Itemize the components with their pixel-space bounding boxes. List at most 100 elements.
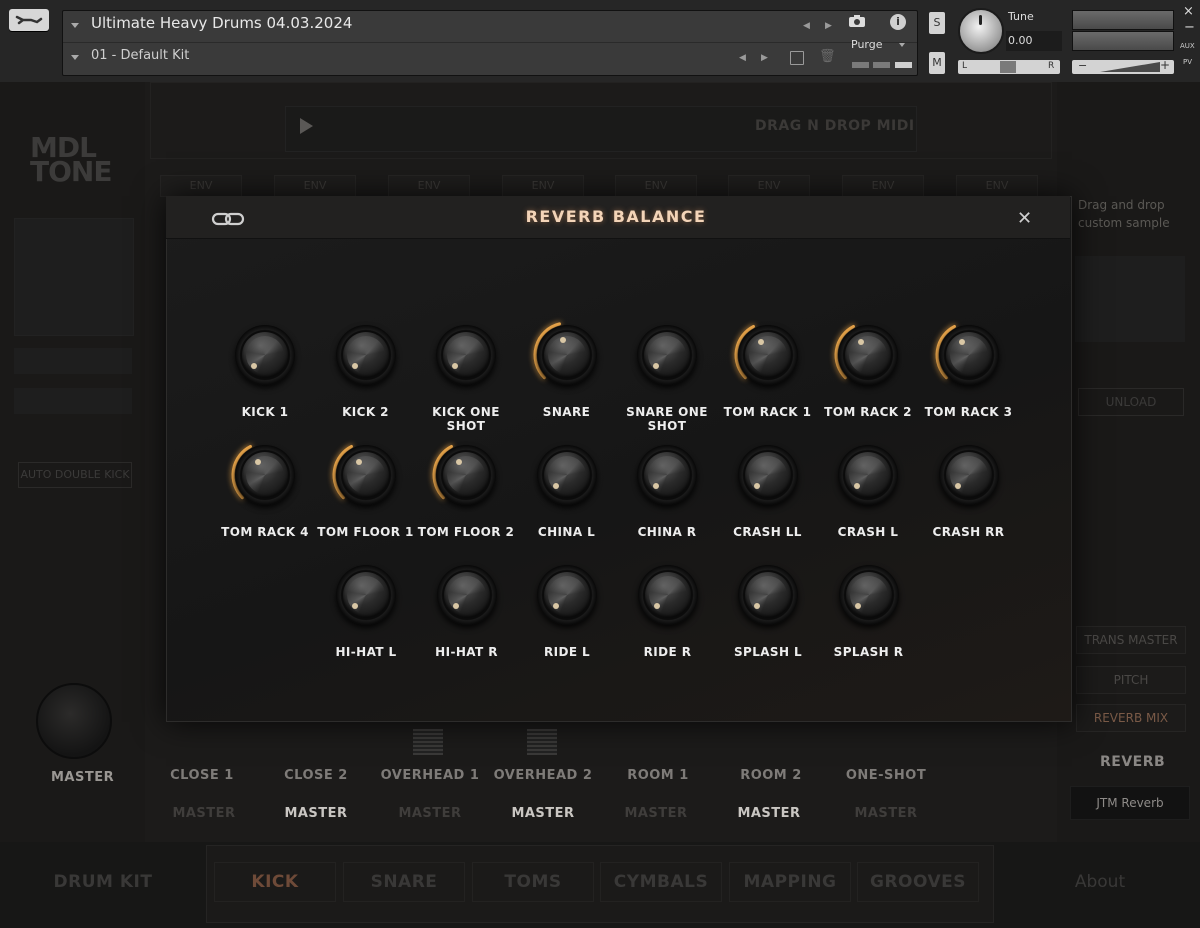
- purge-caret-icon[interactable]: [899, 43, 905, 47]
- reverb-knob[interactable]: [225, 315, 305, 395]
- tab-toms[interactable]: TOMS: [472, 862, 594, 902]
- unload-button[interactable]: UNLOAD: [1078, 388, 1184, 416]
- knob-body[interactable]: [536, 325, 597, 385]
- tab-kick[interactable]: KICK: [214, 862, 336, 902]
- save-icon[interactable]: [790, 51, 804, 65]
- reverb-knob[interactable]: [829, 555, 909, 635]
- tab-grooves[interactable]: GROOVES: [857, 862, 979, 902]
- env-button[interactable]: ENV: [956, 175, 1038, 197]
- knob-body[interactable]: [637, 325, 697, 385]
- knob-body[interactable]: [737, 325, 798, 385]
- mute-button[interactable]: M: [929, 52, 945, 74]
- reverb-knob[interactable]: [628, 555, 708, 635]
- tab-mapping[interactable]: MAPPING: [729, 862, 851, 902]
- pv-button[interactable]: PV: [1183, 58, 1192, 66]
- reverb-knob[interactable]: [728, 555, 808, 635]
- env-button[interactable]: ENV: [274, 175, 356, 197]
- preset-menu-caret-icon[interactable]: [71, 55, 79, 60]
- reverb-knob[interactable]: [929, 435, 1009, 515]
- play-icon[interactable]: [300, 118, 313, 134]
- env-button[interactable]: ENV: [388, 175, 470, 197]
- reverb-knob[interactable]: [426, 315, 506, 395]
- prev-preset-icon[interactable]: ◀: [739, 53, 746, 63]
- pitch-button[interactable]: PITCH: [1076, 666, 1186, 694]
- knob-body[interactable]: [738, 565, 798, 625]
- knob-body[interactable]: [436, 445, 496, 505]
- instrument-name[interactable]: Ultimate Heavy Drums 04.03.2024: [91, 14, 352, 32]
- reverb-knob[interactable]: [828, 315, 908, 395]
- reverb-knob[interactable]: [426, 435, 506, 515]
- channel-fader[interactable]: [527, 729, 557, 755]
- channel-fader[interactable]: [413, 729, 443, 755]
- reverb-knob[interactable]: [627, 315, 707, 395]
- channel-output[interactable]: MASTER: [488, 806, 598, 821]
- env-button[interactable]: ENV: [502, 175, 584, 197]
- knob-body[interactable]: [537, 565, 597, 625]
- tab-cymbals[interactable]: CYMBALS: [600, 862, 722, 902]
- channel-output[interactable]: MASTER: [831, 806, 941, 821]
- channel-output[interactable]: MASTER: [375, 806, 485, 821]
- knob-body[interactable]: [436, 325, 496, 385]
- knob-body[interactable]: [235, 445, 295, 505]
- reverb-knob[interactable]: [627, 435, 707, 515]
- master-knob[interactable]: [36, 683, 112, 759]
- left-selector[interactable]: [14, 388, 132, 414]
- reverb-knob[interactable]: [527, 315, 607, 395]
- reverb-knob[interactable]: [326, 315, 406, 395]
- pan-handle[interactable]: [1000, 61, 1016, 73]
- sample-drop-zone[interactable]: [1075, 256, 1185, 342]
- auto-double-kick-button[interactable]: AUTO DOUBLE KICK: [18, 462, 132, 488]
- link-icon[interactable]: [211, 210, 245, 232]
- reverb-knob[interactable]: [527, 555, 607, 635]
- reverb-knob[interactable]: [728, 435, 808, 515]
- channel-output[interactable]: MASTER: [601, 806, 711, 821]
- knob-body[interactable]: [637, 445, 697, 505]
- knob-body[interactable]: [335, 445, 396, 505]
- reverb-knob[interactable]: [326, 435, 406, 515]
- about-button[interactable]: About: [1040, 865, 1160, 899]
- env-button[interactable]: ENV: [615, 175, 697, 197]
- channel-output[interactable]: MASTER: [149, 806, 259, 821]
- close-icon[interactable]: ×: [1183, 4, 1194, 19]
- wrench-icon[interactable]: [9, 9, 49, 31]
- preset-name[interactable]: 01 - Default Kit: [91, 48, 189, 63]
- env-button[interactable]: ENV: [842, 175, 924, 197]
- knob-body[interactable]: [336, 565, 396, 625]
- reverb-knob[interactable]: [427, 555, 507, 635]
- knob-body[interactable]: [838, 325, 898, 385]
- knob-body[interactable]: [536, 445, 597, 505]
- camera-icon[interactable]: [848, 14, 866, 32]
- tab-snare[interactable]: SNARE: [343, 862, 465, 902]
- knob-body[interactable]: [235, 325, 295, 385]
- solo-button[interactable]: S: [929, 12, 945, 34]
- info-icon[interactable]: i: [890, 14, 906, 30]
- delete-icon[interactable]: 🗑: [819, 49, 836, 64]
- close-icon[interactable]: ✕: [1017, 208, 1032, 229]
- minimize-icon[interactable]: −: [1184, 20, 1195, 35]
- reverb-type-select[interactable]: JTM Reverb: [1070, 786, 1190, 820]
- knob-body[interactable]: [335, 325, 396, 385]
- next-preset-icon[interactable]: ▶: [761, 53, 768, 63]
- reverb-knob[interactable]: [527, 435, 607, 515]
- reverb-knob[interactable]: [326, 555, 406, 635]
- prev-instrument-icon[interactable]: ◀: [803, 21, 810, 31]
- aux-button[interactable]: AUX: [1180, 42, 1195, 50]
- reverb-knob[interactable]: [929, 315, 1009, 395]
- tune-knob[interactable]: [958, 8, 1004, 54]
- knob-body[interactable]: [436, 565, 497, 625]
- reverb-knob[interactable]: [728, 315, 808, 395]
- reverb-mix-button[interactable]: REVERB MIX: [1076, 704, 1186, 732]
- instrument-menu-caret-icon[interactable]: [71, 23, 79, 28]
- reverb-knob[interactable]: [225, 435, 305, 515]
- knob-body[interactable]: [938, 325, 999, 385]
- trans-master-button[interactable]: TRANS MASTER: [1076, 626, 1186, 654]
- purge-button[interactable]: Purge: [851, 38, 883, 51]
- env-button[interactable]: ENV: [728, 175, 810, 197]
- env-button[interactable]: ENV: [160, 175, 242, 197]
- channel-output[interactable]: MASTER: [714, 806, 824, 821]
- next-instrument-icon[interactable]: ▶: [825, 21, 832, 31]
- reverb-knob[interactable]: [828, 435, 908, 515]
- knob-body[interactable]: [737, 445, 798, 505]
- channel-output[interactable]: MASTER: [261, 806, 371, 821]
- knob-body[interactable]: [938, 445, 999, 505]
